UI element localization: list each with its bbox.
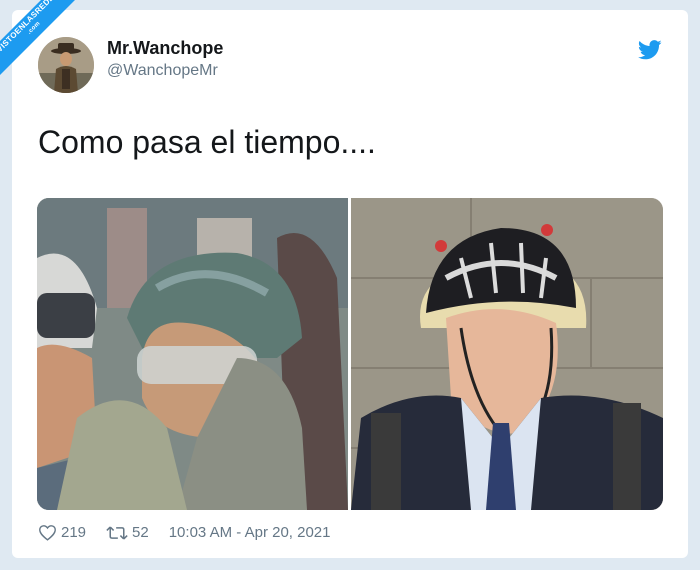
avatar-image: [38, 37, 94, 93]
retweet-count[interactable]: 52: [132, 524, 149, 541]
tweet-text: Como pasa el tiempo....: [38, 124, 376, 160]
retweet-icon[interactable]: [106, 525, 128, 541]
tweet-footer: 219 52 10:03 AM - Apr 20, 2021: [38, 524, 331, 541]
display-name[interactable]: Mr.Wanchope: [107, 38, 223, 59]
like-count[interactable]: 219: [61, 524, 86, 541]
photo-right[interactable]: [351, 198, 663, 510]
tweet-timestamp[interactable]: 10:03 AM - Apr 20, 2021: [169, 524, 331, 541]
photo-left[interactable]: [37, 198, 348, 510]
media-grid[interactable]: [37, 198, 663, 510]
avatar[interactable]: [38, 37, 94, 93]
photo-right-image: [351, 198, 663, 510]
twitter-bird-icon[interactable]: [638, 40, 662, 60]
photo-left-image: [37, 198, 348, 510]
user-handle[interactable]: @WanchopeMr: [107, 62, 218, 80]
heart-icon[interactable]: [38, 524, 57, 541]
